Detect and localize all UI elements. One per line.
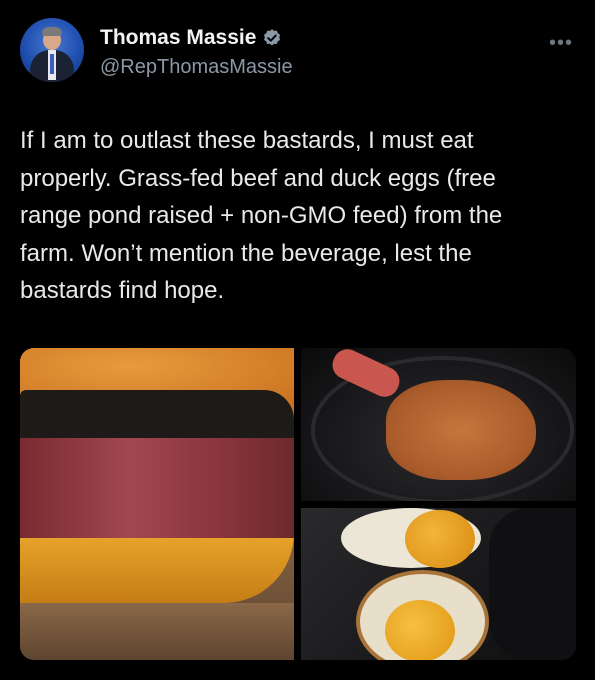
- steak-in-pan-image[interactable]: [301, 348, 576, 501]
- verified-badge-icon: [264, 29, 281, 46]
- author-name-row: Thomas Massie: [100, 24, 282, 52]
- avatar[interactable]: [20, 18, 84, 82]
- author-handle[interactable]: @RepThomasMassie: [100, 56, 293, 79]
- fried-duck-eggs-image[interactable]: [301, 508, 576, 660]
- author-name[interactable]: Thomas Massie: [100, 26, 256, 50]
- steak-cross-section-image[interactable]: [20, 348, 294, 660]
- more-options-icon[interactable]: •••: [549, 32, 573, 55]
- tweet-text: If I am to outlast these bastards, I mus…: [20, 127, 503, 304]
- tweet-header: Thomas Massie @RepThomasMassie •••: [20, 18, 575, 88]
- media-grid: [20, 348, 576, 660]
